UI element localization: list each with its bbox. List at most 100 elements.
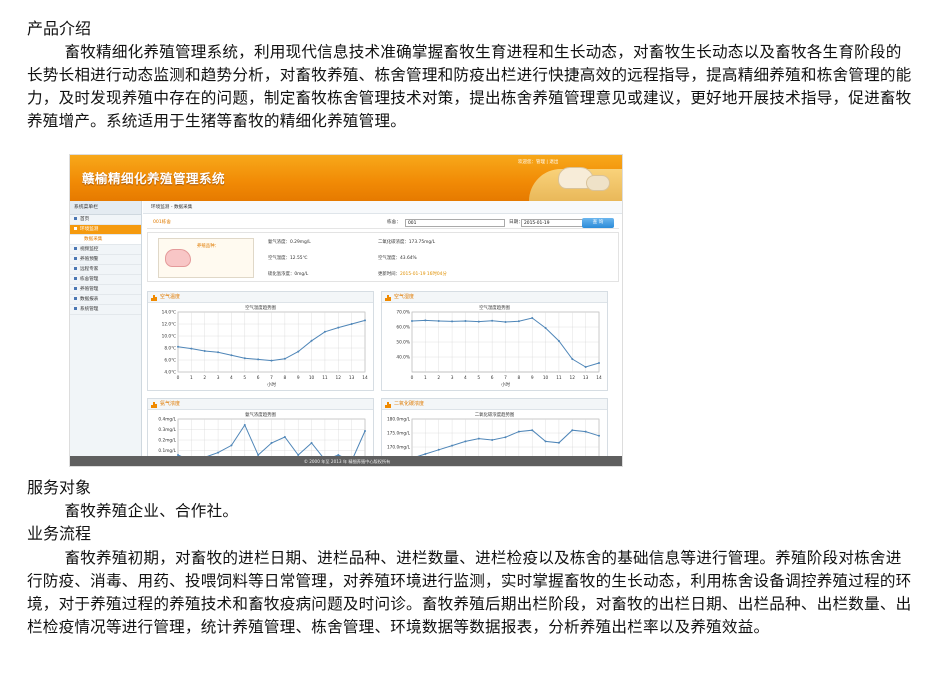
intro-text: 畜牧精细化养殖管理系统，利用现代信息技术准确掌握畜牧生育进程和生长动态，对畜牧生… — [27, 43, 912, 130]
barn-select-label: 栋舍： — [387, 220, 401, 225]
data-point — [584, 366, 587, 368]
x-tick-label: 5 — [243, 375, 246, 381]
data-point — [283, 357, 286, 360]
y-tick-label: 50.0% — [396, 340, 410, 346]
data-point — [557, 340, 560, 342]
bullet-icon — [74, 287, 77, 290]
data-point — [437, 320, 440, 322]
y-tick-label: 4.0℃ — [164, 370, 176, 376]
x-tick-label: 9 — [531, 375, 534, 381]
y-tick-label: 0.3mg/L — [158, 427, 176, 433]
y-tick-label: 8.0℃ — [164, 346, 176, 352]
data-point — [257, 358, 260, 361]
x-tick-label: 4 — [464, 375, 467, 381]
x-tick-label: 7 — [504, 375, 507, 381]
sidebar-item[interactable]: 数据报表 — [70, 295, 141, 305]
x-tick-label: 14 — [362, 375, 368, 381]
data-point — [364, 430, 366, 432]
data-point — [243, 424, 246, 426]
bullet-icon — [74, 297, 77, 300]
y-tick-label: 6.0℃ — [164, 358, 176, 364]
x-tick-label: 2 — [203, 375, 206, 381]
data-point — [477, 320, 480, 323]
data-point — [310, 442, 313, 444]
data-point — [477, 437, 480, 440]
sidebar-item[interactable]: 栋舍管理 — [70, 275, 141, 285]
x-tick-label: 10 — [543, 375, 549, 381]
service-text: 畜牧养殖企业、合作社。 — [64, 502, 239, 520]
data-point — [504, 436, 507, 439]
x-tick-label: 13 — [349, 375, 355, 381]
sidebar-item[interactable]: 远程专家 — [70, 265, 141, 275]
data-point — [531, 429, 534, 432]
bullet-icon — [74, 257, 77, 260]
sidebar-item[interactable]: 系统管理 — [70, 305, 141, 315]
plot-area: 4.0℃6.0℃8.0℃10.0℃12.0℃14.0℃0 1 2 3 4 5 6 7 8 9 10 1… — [162, 310, 368, 389]
breadcrumb: 环境监测 - 数据采集 — [143, 201, 622, 214]
x-tick-label: 7 — [270, 375, 273, 381]
sidebar-item[interactable]: 数据采集 — [70, 235, 141, 245]
search-button[interactable]: 查 询 — [582, 218, 614, 228]
data-point — [270, 359, 273, 362]
y-tick-label: 10.0℃ — [162, 334, 177, 340]
sidebar-item[interactable]: 养殖预警 — [70, 255, 141, 265]
y-tick-label: 0.1mg/L — [158, 448, 176, 454]
sidebar-item[interactable]: 环境监测 — [70, 225, 141, 235]
data-point — [504, 321, 507, 323]
x-tick-label: 6 — [491, 375, 494, 381]
barn-label: 001栋舍 — [153, 220, 171, 225]
y-tick-label: 14.0℃ — [162, 310, 177, 316]
x-tick-label: 11 — [322, 375, 328, 381]
data-point — [491, 439, 494, 441]
bullet-icon — [74, 307, 77, 310]
x-tick-label: 9 — [297, 375, 300, 381]
data-point — [230, 354, 233, 357]
data-point — [451, 444, 454, 447]
data-point — [230, 444, 233, 447]
data-point — [243, 357, 246, 360]
data-point — [203, 350, 206, 352]
chart-humidity: 40.0%50.0%60.0%70.0%0 1 2 3 4 5 6 7 8 9 10 11 12 13 14… — [396, 310, 602, 389]
data-point — [544, 440, 547, 443]
data-point — [337, 326, 340, 329]
info-cell: 空气湿度：43.64% — [378, 256, 417, 261]
pig-icon — [586, 175, 610, 191]
x-axis-label: 小时 — [501, 381, 510, 388]
data-point — [571, 429, 574, 432]
sidebar-item[interactable]: 视频监控 — [70, 245, 141, 255]
breed-label: 养殖品种： — [197, 244, 219, 249]
x-tick-label: 0 — [411, 375, 414, 381]
bullet-icon — [74, 247, 77, 250]
data-point — [517, 320, 520, 323]
info-cell: 更新时间：2015-01-19 16时04分 — [378, 272, 447, 277]
x-tick-label: 14 — [596, 375, 602, 381]
barn-image: 养殖品种： — [158, 238, 254, 278]
x-tick-label: 1 — [190, 375, 193, 381]
system-screenshot: 赣榆精细化养殖管理系统 欢迎您：管理 | 退出 系统菜单栏 首页 环境监测 数据采集… — [69, 154, 623, 467]
info-cell: 空气温度：12.55℃ — [268, 256, 308, 261]
process-text: 畜牧养殖初期，对畜牧的进栏日期、进栏品种、进栏数量、进栏检疫以及栋舍的基础信息等… — [27, 549, 912, 636]
data-point — [297, 350, 300, 353]
y-tick-label: 0.4mg/L — [158, 417, 176, 423]
y-tick-label: 40.0% — [396, 355, 410, 361]
info-cell: 二氧化碳浓度：173.75mg/L — [378, 240, 436, 245]
data-point — [190, 347, 193, 350]
info-cell: 硫化氢浓度：0mg/L — [268, 272, 309, 277]
chart-panel-humidity: 空气湿度 空气湿度趋势图 40.0% 50.0% 60.0% 70.0% 0 1 2 3 4 5 6… — [381, 291, 608, 391]
y-tick-label: 180.0mg/L — [387, 417, 411, 423]
date-input[interactable]: 2015-01-19 — [521, 219, 589, 227]
bullet-icon — [74, 217, 77, 220]
barn-select[interactable]: 001 — [405, 219, 505, 227]
data-point — [217, 451, 220, 454]
data-point — [424, 319, 427, 322]
sidebar: 系统菜单栏 首页 环境监测 数据采集 视频监控 养殖预警 远程专家 栋舍管理 养殖管理 数据报表… — [70, 201, 142, 456]
query-toolbar: 001栋舍 栋舍： 001 日期： 2015-01-19 查 询 — [147, 217, 619, 229]
data-point — [424, 453, 427, 455]
sidebar-item[interactable]: 养殖管理 — [70, 285, 141, 295]
info-cell: 氨气浓度：0.29mg/L — [268, 240, 311, 245]
main-content: 环境监测 - 数据采集 001栋舍 栋舍： 001 日期： 2015-01-19… — [143, 201, 622, 462]
sidebar-item[interactable]: 首页 — [70, 215, 141, 225]
data-point — [517, 430, 520, 433]
y-tick-label: 70.0% — [396, 310, 410, 316]
x-tick-label: 11 — [556, 375, 562, 381]
